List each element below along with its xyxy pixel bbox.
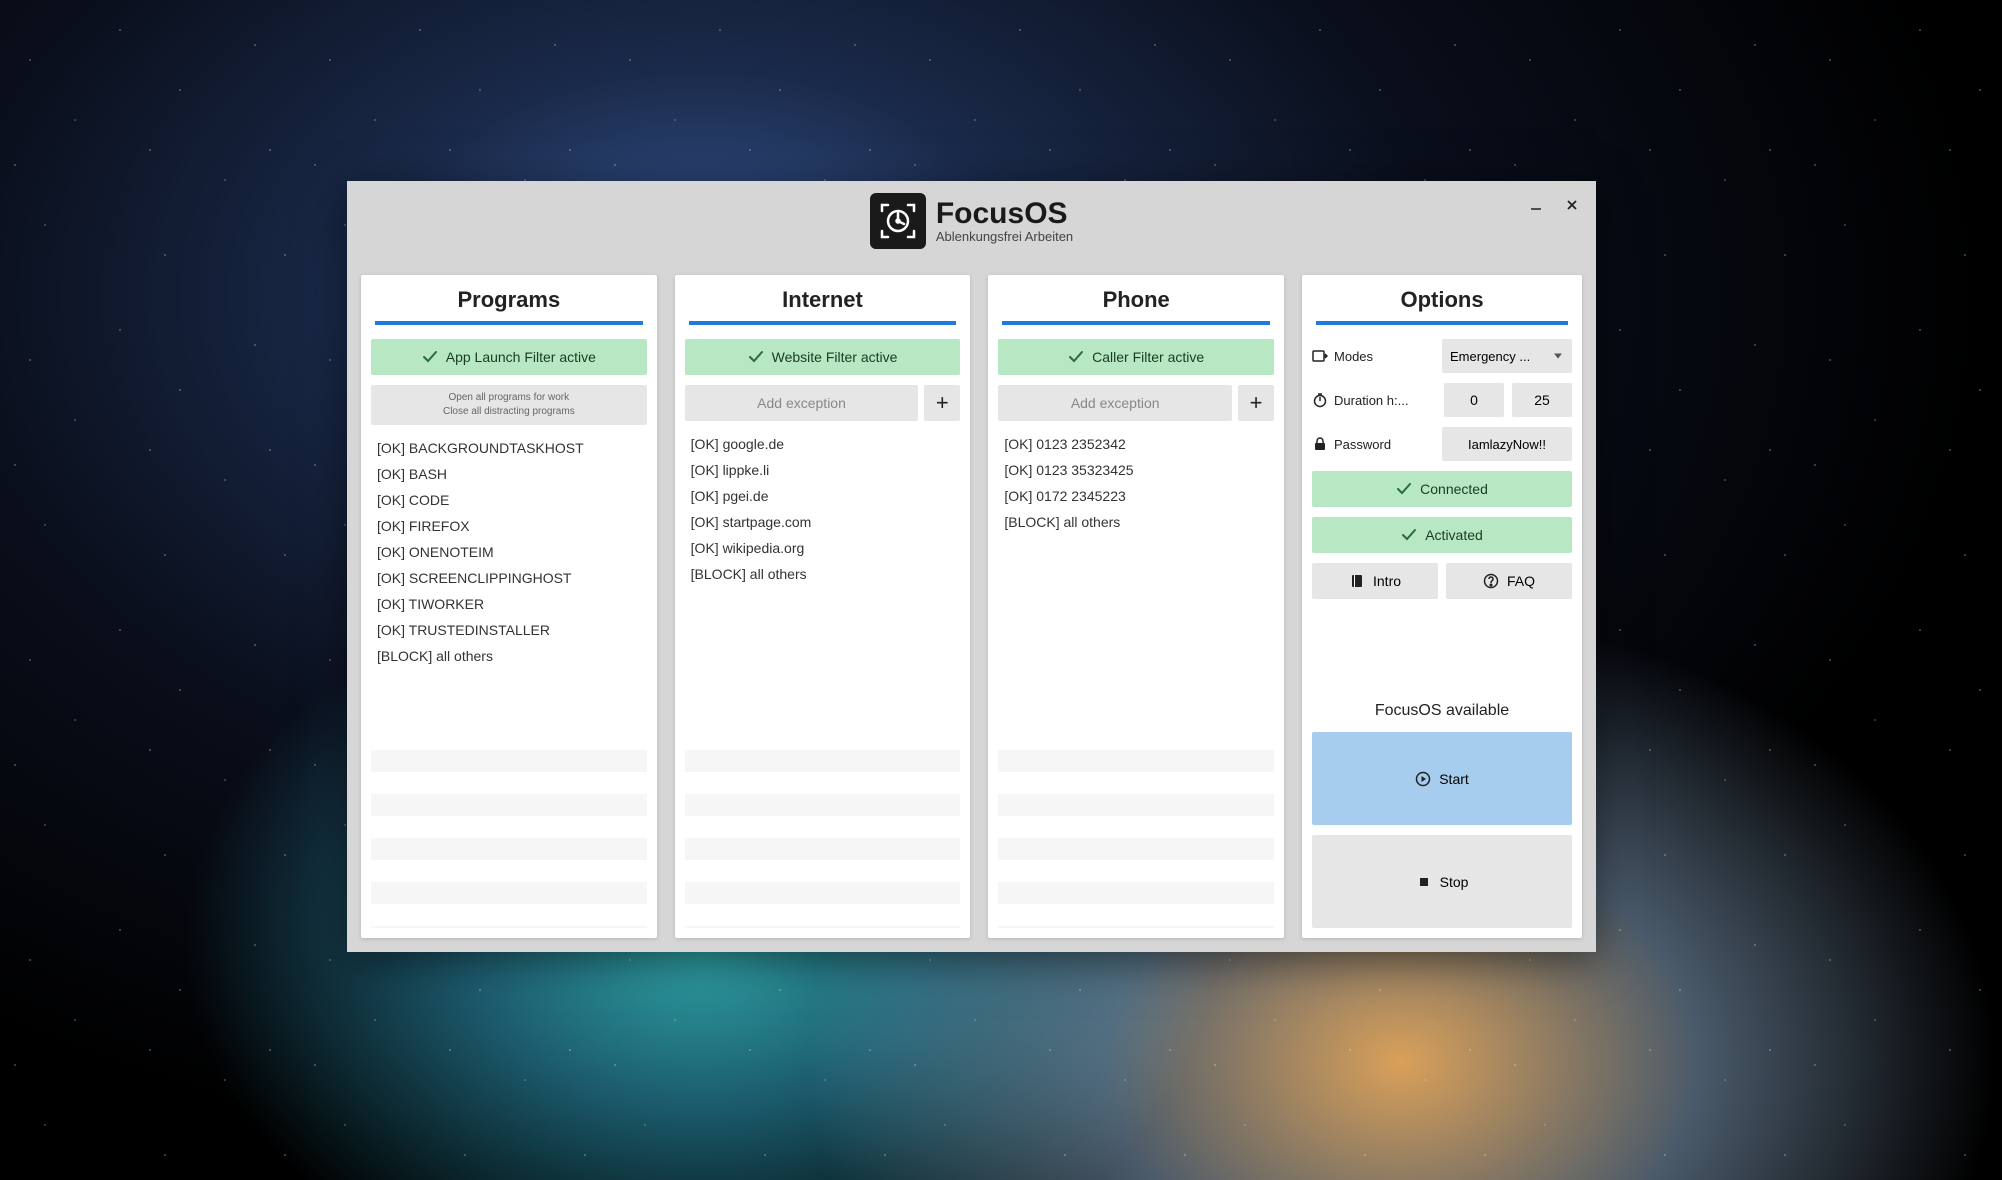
internet-status[interactable]: Website Filter active: [685, 339, 961, 375]
list-item[interactable]: [OK] 0123 2352342: [998, 431, 1274, 457]
programs-panel: Programs App Launch Filter active Open a…: [361, 275, 657, 938]
list-item[interactable]: [OK] 0172 2345223: [998, 483, 1274, 509]
list-item[interactable]: [OK] ONENOTEIM: [371, 539, 647, 565]
internet-title: Internet: [685, 287, 961, 321]
list-item[interactable]: [OK] FIREFOX: [371, 513, 647, 539]
options-title: Options: [1312, 287, 1572, 321]
logo-icon: [870, 193, 926, 249]
programs-title: Programs: [371, 287, 647, 321]
app-logo: FocusOS Ablenkungsfrei Arbeiten: [870, 193, 1073, 249]
titlebar: FocusOS Ablenkungsfrei Arbeiten: [347, 181, 1596, 261]
help-icon: [1483, 573, 1499, 589]
list-item[interactable]: [OK] wikipedia.org: [685, 535, 961, 561]
faq-button[interactable]: FAQ: [1446, 563, 1572, 599]
app-subtitle: Ablenkungsfrei Arbeiten: [936, 230, 1073, 244]
duration-label: Duration h:...: [1334, 393, 1408, 408]
start-button[interactable]: Start: [1312, 732, 1572, 825]
list-item[interactable]: [OK] lippke.li: [685, 457, 961, 483]
phone-add-button[interactable]: +: [1238, 385, 1274, 421]
timer-icon: [1312, 392, 1328, 408]
phone-panel: Phone Caller Filter active + [OK] 0123 2…: [988, 275, 1284, 938]
programs-status[interactable]: App Launch Filter active: [371, 339, 647, 375]
modes-icon: [1312, 348, 1328, 364]
list-item[interactable]: [OK] SCREENCLIPPINGHOST: [371, 565, 647, 591]
check-icon: [1068, 349, 1084, 365]
programs-list: [OK] BACKGROUNDTASKHOST [OK] BASH [OK] C…: [371, 435, 647, 928]
app-window: FocusOS Ablenkungsfrei Arbeiten Programs…: [347, 181, 1596, 952]
list-item[interactable]: [OK] startpage.com: [685, 509, 961, 535]
internet-add-button[interactable]: +: [924, 385, 960, 421]
list-item[interactable]: [BLOCK] all others: [685, 561, 961, 587]
stop-icon: [1416, 874, 1432, 890]
phone-list: [OK] 0123 2352342 [OK] 0123 35323425 [OK…: [998, 431, 1274, 928]
phone-status[interactable]: Caller Filter active: [998, 339, 1274, 375]
activated-status[interactable]: Activated: [1312, 517, 1572, 553]
modes-label: Modes: [1334, 349, 1373, 364]
availability-text: FocusOS available: [1312, 702, 1572, 720]
options-panel: Options Modes Duration h:...: [1302, 275, 1582, 938]
phone-add-exception-input[interactable]: [998, 385, 1232, 421]
connected-status[interactable]: Connected: [1312, 471, 1572, 507]
phone-title: Phone: [998, 287, 1274, 321]
list-item[interactable]: [OK] google.de: [685, 431, 961, 457]
check-icon: [1396, 481, 1412, 497]
stop-button[interactable]: Stop: [1312, 835, 1572, 928]
close-button[interactable]: [1556, 189, 1588, 221]
duration-minutes-input[interactable]: [1512, 383, 1572, 417]
list-item[interactable]: [OK] 0123 35323425: [998, 457, 1274, 483]
internet-add-exception-input[interactable]: [685, 385, 919, 421]
check-icon: [422, 349, 438, 365]
list-item[interactable]: [OK] TRUSTEDINSTALLER: [371, 617, 647, 643]
check-icon: [1401, 527, 1417, 543]
programs-hint: Open all programs for work Close all dis…: [371, 385, 647, 425]
list-item[interactable]: [OK] pgei.de: [685, 483, 961, 509]
list-item[interactable]: [BLOCK] all others: [998, 509, 1274, 535]
modes-select[interactable]: [1442, 339, 1572, 373]
list-item[interactable]: [OK] BASH: [371, 461, 647, 487]
internet-list: [OK] google.de [OK] lippke.li [OK] pgei.…: [685, 431, 961, 928]
list-item[interactable]: [OK] CODE: [371, 487, 647, 513]
internet-panel: Internet Website Filter active + [OK] go…: [675, 275, 971, 938]
lock-icon: [1312, 436, 1328, 452]
app-title: FocusOS: [936, 198, 1073, 230]
play-circle-icon: [1415, 771, 1431, 787]
list-item[interactable]: [BLOCK] all others: [371, 643, 647, 669]
password-label: Password: [1334, 437, 1391, 452]
duration-hours-input[interactable]: [1444, 383, 1504, 417]
book-icon: [1349, 573, 1365, 589]
intro-button[interactable]: Intro: [1312, 563, 1438, 599]
list-item[interactable]: [OK] TIWORKER: [371, 591, 647, 617]
check-icon: [748, 349, 764, 365]
list-item[interactable]: [OK] BACKGROUNDTASKHOST: [371, 435, 647, 461]
password-input[interactable]: [1442, 427, 1572, 461]
minimize-button[interactable]: [1520, 189, 1552, 221]
